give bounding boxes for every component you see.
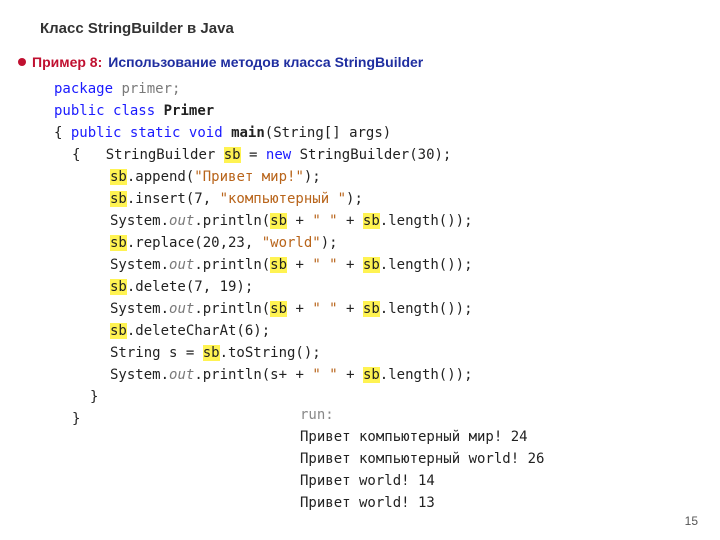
code-line: package primer; bbox=[54, 78, 473, 100]
slide-title: Класс StringBuilder в Java bbox=[40, 20, 234, 37]
code-line: sb.delete(7, 19); bbox=[54, 276, 473, 298]
output-line: Привет компьютерный world! 26 bbox=[300, 448, 544, 470]
output-block: run: Привет компьютерный мир! 24 Привет … bbox=[300, 404, 544, 514]
subtitle-line: Пример 8: Использование методов класса S… bbox=[18, 54, 423, 70]
code-line: sb.append("Привет мир!"); bbox=[54, 166, 473, 188]
output-line: Привет world! 14 bbox=[300, 470, 544, 492]
page-number: 15 bbox=[685, 514, 698, 528]
code-line: sb.replace(20,23, "world"); bbox=[54, 232, 473, 254]
bullet-icon bbox=[18, 58, 26, 66]
code-line: System.out.println(sb + " " + sb.length(… bbox=[54, 210, 473, 232]
code-line: System.out.println(sb + " " + sb.length(… bbox=[54, 254, 473, 276]
code-line: { StringBuilder sb = new StringBuilder(3… bbox=[54, 144, 473, 166]
example-label: Пример 8: bbox=[32, 54, 102, 70]
output-line: Привет компьютерный мир! 24 bbox=[300, 426, 544, 448]
output-run-label: run: bbox=[300, 404, 544, 426]
code-line: String s = sb.toString(); bbox=[54, 342, 473, 364]
code-block: package primer; public class Primer { pu… bbox=[54, 78, 473, 430]
subtitle-text: Использование методов класса StringBuild… bbox=[108, 54, 423, 70]
code-line: public class Primer bbox=[54, 100, 473, 122]
code-line: System.out.println(s+ + " " + sb.length(… bbox=[54, 364, 473, 386]
code-line: { public static void main(String[] args) bbox=[54, 122, 473, 144]
code-line: System.out.println(sb + " " + sb.length(… bbox=[54, 298, 473, 320]
code-line: sb.insert(7, "компьютерный "); bbox=[54, 188, 473, 210]
output-line: Привет world! 13 bbox=[300, 492, 544, 514]
code-line: sb.deleteCharAt(6); bbox=[54, 320, 473, 342]
